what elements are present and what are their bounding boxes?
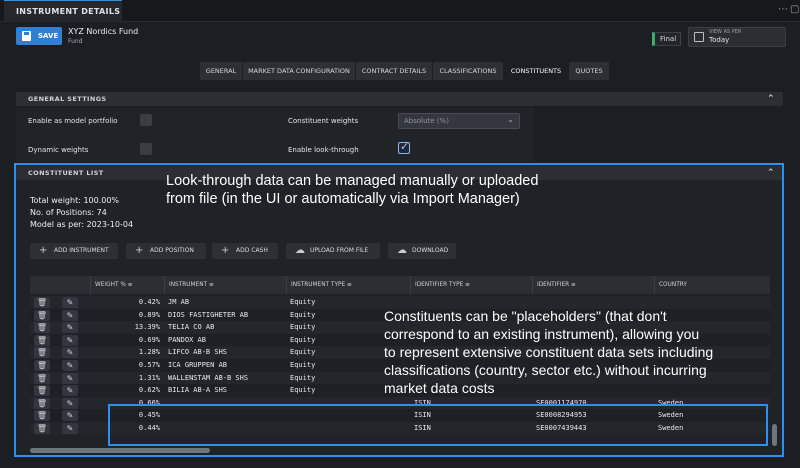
tab-contract-details[interactable]: CONTRACT DETAILS [356,62,433,80]
more-options-icon[interactable]: ⋯ [778,4,788,15]
tab-market-data-configuration[interactable]: MARKET DATA CONFIGURATION [243,62,356,80]
tab-constituents[interactable]: CONSTITUENTS [504,62,569,80]
tab-classifications[interactable]: CLASSIFICATIONS [433,62,504,80]
tab-quotes[interactable]: QUOTES [569,62,610,80]
constituent-weights-value: Absolute (%) [404,117,449,125]
fund-name: XYZ Nordics Fund [68,27,139,36]
status-badge: Final [652,32,681,46]
fund-type: Fund [68,38,83,45]
annotation-look-through: Look-through data can be managed manuall… [166,173,539,207]
look-through-checkbox[interactable] [398,140,410,154]
maximize-icon[interactable]: ▢ [790,4,799,15]
constituent-weights-label: Constituent weights [288,117,359,125]
view-as-value: Today [709,36,730,44]
calendar-icon [694,32,704,42]
annotation-placeholders: Constituents can be "placeholders" (that… [384,308,714,396]
save-icon [22,31,31,41]
highlight-placeholder-rows [108,404,768,446]
dynamic-weights-label: Dynamic weights [28,146,89,154]
save-button[interactable]: SAVE [16,27,62,45]
save-label: SAVE [38,32,59,40]
model-portfolio-label: Enable as model portfolio [28,117,118,125]
dynamic-weights-checkbox[interactable] [140,143,152,155]
general-settings-header[interactable]: GENERAL SETTINGS ⌃ [16,92,783,106]
general-settings-title: GENERAL SETTINGS [28,95,107,103]
chevron-up-icon[interactable]: ⌃ [767,92,775,106]
constituent-weights-select[interactable]: Absolute (%) ⌄ [398,113,520,129]
tab-general[interactable]: GENERAL [200,62,243,80]
view-as-per-picker[interactable]: VIEW AS PER Today [688,27,786,47]
window-tab-instrument-details[interactable]: INSTRUMENT DETAILS [4,0,122,22]
chevron-down-icon: ⌄ [507,115,514,124]
model-portfolio-checkbox[interactable] [140,114,152,126]
view-as-label: VIEW AS PER [709,29,742,35]
look-through-label: Enable look-through [288,146,359,154]
